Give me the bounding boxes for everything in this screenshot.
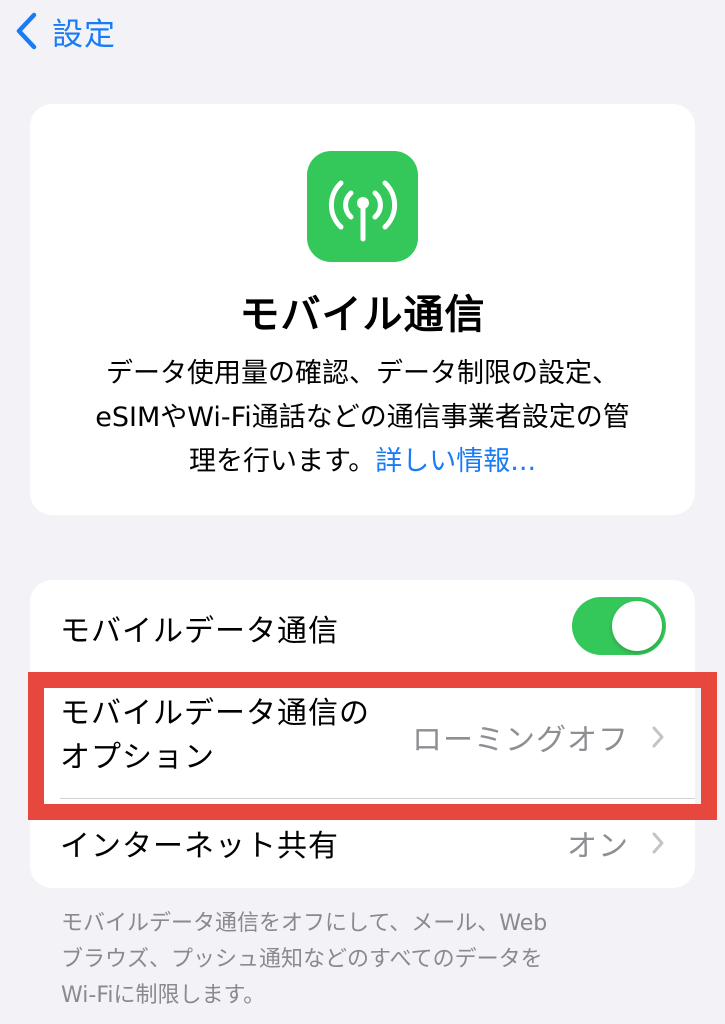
mobile-data-row[interactable]: モバイルデータ通信 — [30, 580, 695, 676]
footer-line: モバイルデータ通信をオフにして、メール、Web — [61, 911, 548, 936]
footer-note: モバイルデータ通信をオフにして、メール、Web ブラウズ、プッシュ通知などのすべ… — [61, 906, 661, 1014]
hotspot-label: インターネット共有 — [60, 829, 339, 864]
hotspot-value: オン — [567, 829, 629, 864]
data-options-row[interactable]: モバイルデータ通信の オプション ローミングオフ — [30, 676, 695, 798]
description-line: データ使用量の確認、データ制限の設定、 — [106, 358, 619, 389]
chevron-left-icon — [16, 12, 37, 50]
info-description: データ使用量の確認、データ制限の設定、 eSIMやWi-Fi通話などの通信事業者… — [60, 352, 665, 484]
antenna-icon — [307, 151, 418, 262]
learn-more-link[interactable]: 詳しい情報... — [375, 446, 536, 477]
description-text: 理を行います。 — [188, 446, 376, 477]
nav-bar: 設定 — [0, 0, 725, 62]
footer-line: Wi-Fiに制限します。 — [61, 983, 266, 1008]
mobile-data-toggle[interactable] — [572, 597, 666, 655]
label-line: オプション — [60, 740, 215, 775]
footer-line: ブラウズ、プッシュ通知などのすべてのデータを — [61, 947, 543, 972]
chevron-right-icon — [652, 832, 664, 854]
mobile-data-label: モバイルデータ通信 — [60, 614, 339, 649]
back-button[interactable]: 設定 — [14, 9, 116, 54]
page-title: モバイル通信 — [239, 292, 486, 338]
back-label[interactable]: 設定 — [52, 9, 116, 54]
info-card: モバイル通信 データ使用量の確認、データ制限の設定、 eSIMやWi-Fi通話な… — [30, 104, 695, 515]
hotspot-row[interactable]: インターネット共有 オン — [30, 798, 695, 888]
data-options-label: モバイルデータ通信の オプション — [60, 692, 370, 780]
label-line: モバイルデータ通信の — [60, 696, 370, 731]
chevron-right-icon — [652, 726, 664, 748]
description-line: 理を行います。詳しい情報... — [60, 440, 665, 484]
toggle-knob — [612, 601, 662, 651]
data-options-value: ローミングオフ — [412, 723, 629, 758]
description-line: eSIMやWi-Fi通話などの通信事業者設定の管 — [95, 402, 630, 433]
settings-list: モバイルデータ通信 モバイルデータ通信の オプション ローミングオフ インターネ… — [30, 580, 695, 888]
